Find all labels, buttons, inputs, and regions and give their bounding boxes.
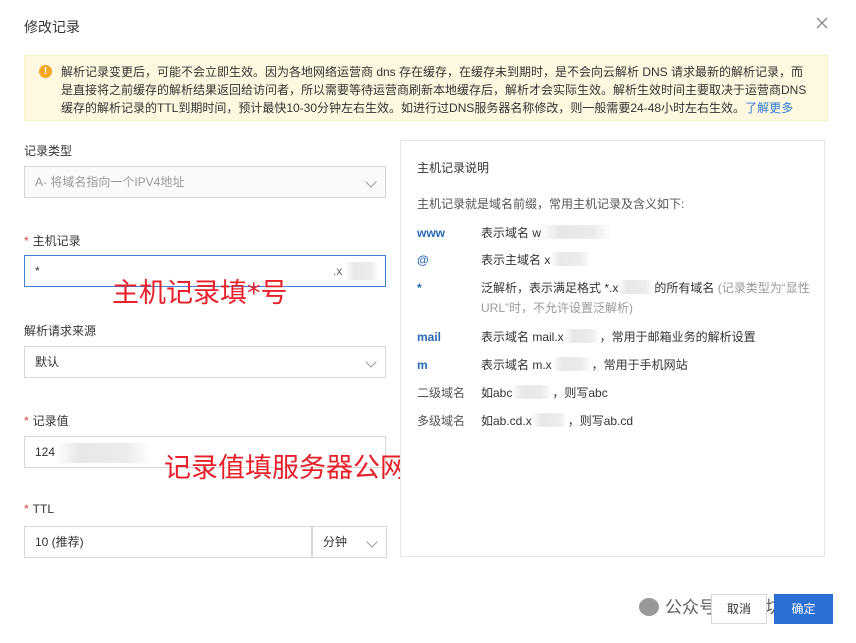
confirm-button[interactable]: 确定 [774,594,833,624]
warning-icon: ! [39,65,52,78]
redacted-domain [563,329,600,343]
chevron-down-icon [365,356,377,368]
host-record-help-panel: 主机记录说明 主机记录就是域名前缀，常用主机记录及含义如下: www 表示域名 … [400,140,825,557]
help-title: 主机记录说明 [417,161,490,175]
dialog-title: 修改记录 [24,19,80,35]
required-mark: * [24,414,29,428]
notice-text: 解析记录变更后，可能不会立即生效。因为各地网络运营商 dns 存在缓存，在缓存未… [61,65,807,115]
cancel-button[interactable]: 取消 [711,594,767,624]
record-value-annotation: 记录值填服务器公网IP [164,453,432,484]
ttl-unit-value: 分钟 [323,535,348,549]
ttl-label: * TTL [24,502,55,516]
redacted-domain [345,262,379,280]
close-icon[interactable] [815,16,829,30]
redacted-ip [55,443,151,463]
notice-banner: ! 解析记录变更后，可能不会立即生效。因为各地网络运营商 dns 存在缓存，在缓… [24,55,828,121]
host-record-annotation: 主机记录填*号 [112,278,288,309]
redacted-domain [550,252,591,266]
host-record-value: * [35,264,40,278]
required-mark: * [24,234,29,248]
learn-more-link[interactable]: 了解更多 [745,101,793,115]
wechat-logo-icon [639,598,659,616]
host-record-label: * 主机记录 [24,234,81,248]
redacted-domain [541,225,612,239]
help-intro: 主机记录就是域名前缀，常用主机记录及含义如下: [417,197,685,211]
record-type-select[interactable]: A- 将域名指向一个IPV4地址 [24,166,386,198]
domain-suffix: .x [333,264,343,278]
line-label: 解析请求来源 [24,324,97,338]
record-value-label: * 记录值 [24,414,69,428]
required-mark: * [24,502,29,516]
redacted-domain [512,385,553,399]
ttl-unit-select[interactable]: 分钟 [312,526,387,558]
chevron-down-icon [365,176,377,188]
record-type-label: 记录类型 [24,144,73,158]
line-value: 默认 [35,355,60,369]
redacted-domain [618,280,655,294]
ttl-value: 10 (推荐) [35,535,84,549]
redacted-domain [551,357,592,371]
redacted-domain [531,413,568,427]
record-value-text: 124 [35,445,56,459]
ttl-value-input[interactable]: 10 (推荐) 分钟 [24,526,387,558]
record-type-value: A- 将域名指向一个IPV4地址 [35,175,185,189]
edit-record-dialog: 修改记录 ! 解析记录变更后，可能不会立即生效。因为各地网络运营商 dns 存在… [0,0,856,643]
line-select[interactable]: 默认 [24,346,386,378]
chevron-down-icon [366,536,378,548]
